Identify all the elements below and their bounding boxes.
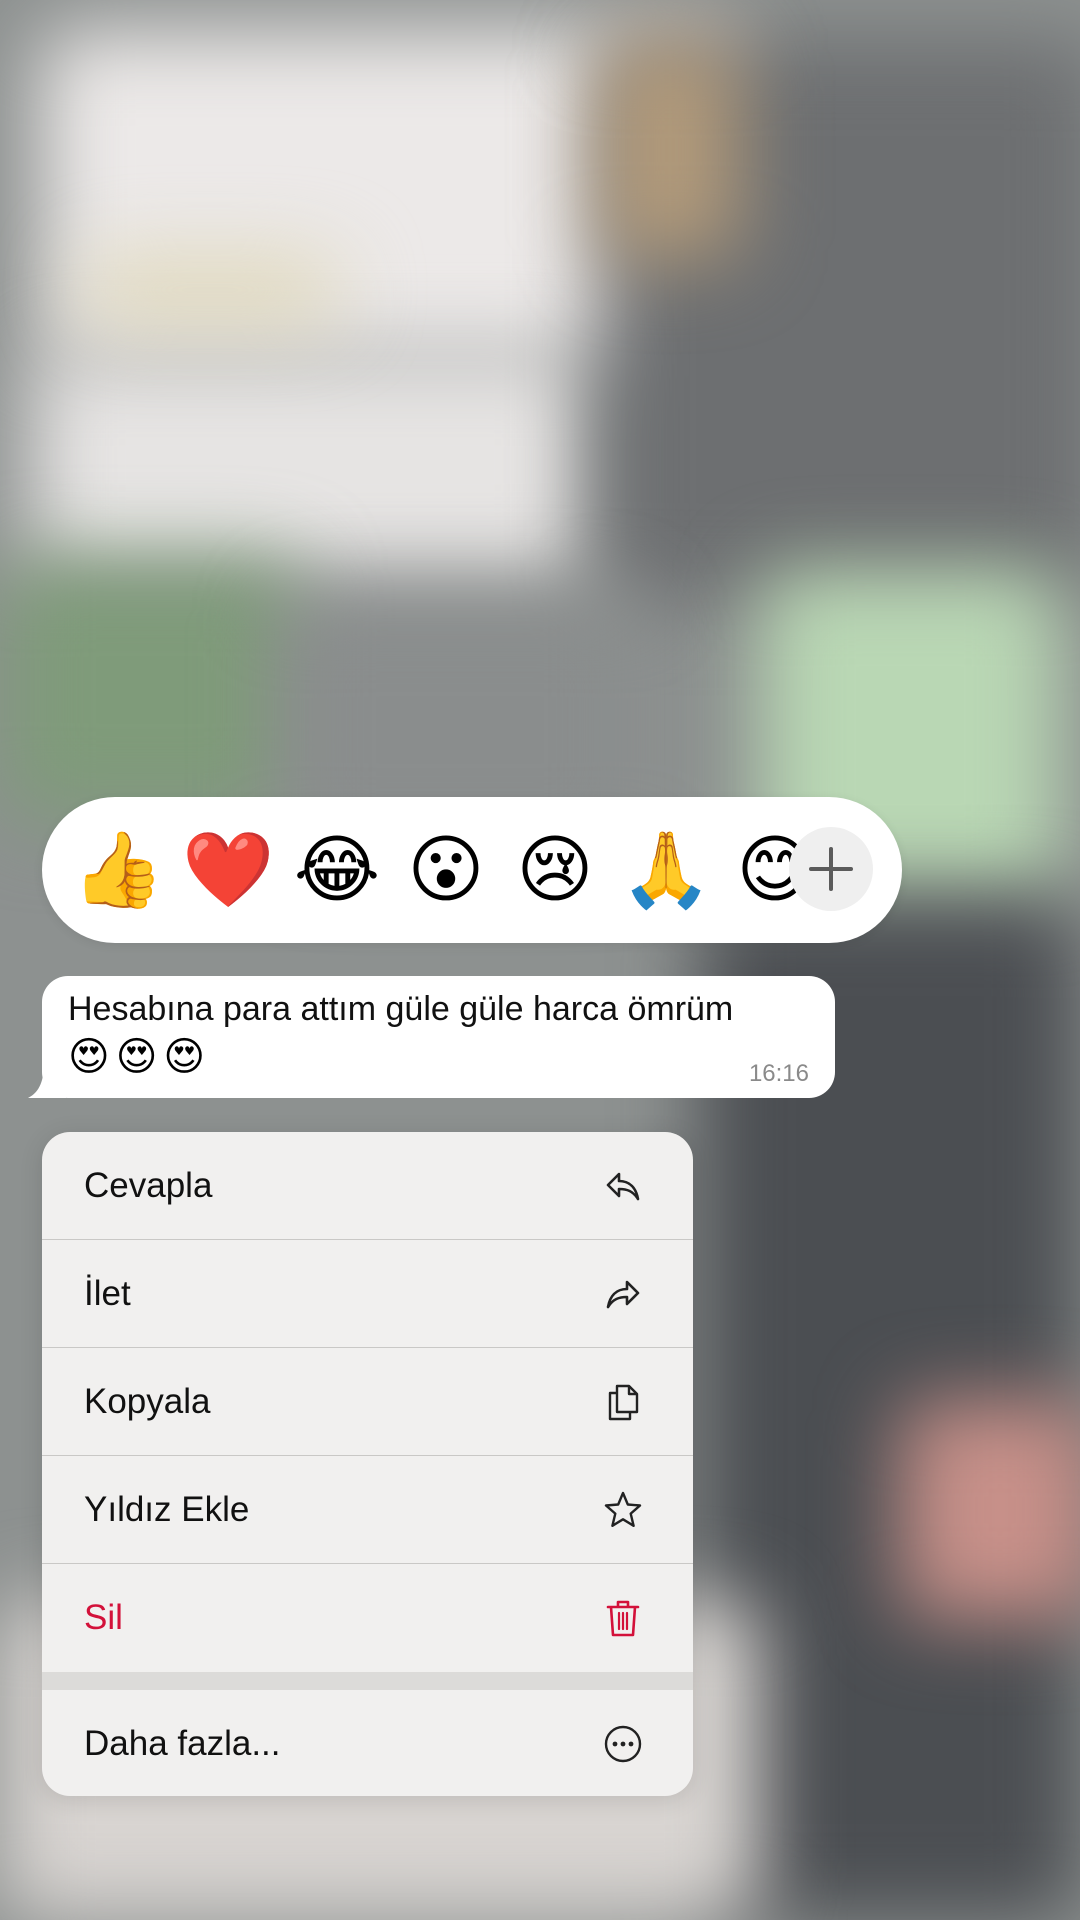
reply-icon (606, 1172, 640, 1201)
menu-item-label: Daha fazla... (84, 1724, 281, 1763)
menu-item-label: Yıldız Ekle (84, 1490, 250, 1529)
reaction-thumbs-up[interactable]: 👍 (72, 825, 164, 915)
menu-item-label: Sil (84, 1598, 123, 1637)
reaction-laughing[interactable]: 😂 (292, 825, 382, 915)
reaction-crying[interactable]: 😢 (510, 825, 600, 915)
reaction-bar: 👍 ❤️ 😂 😮 😢 🙏 😊 (42, 797, 902, 943)
menu-item-delete[interactable]: Sil (42, 1564, 693, 1672)
reaction-pray[interactable]: 🙏 (620, 825, 712, 915)
context-menu: Cevapla İlet Kopyala Yıldız Ekle Sil Dah… (42, 1132, 693, 1796)
plus-icon[interactable] (789, 827, 873, 911)
message-text: Hesabına para attım güle güle harca ömrü… (68, 990, 734, 1028)
menu-item-reply[interactable]: Cevapla (42, 1132, 693, 1240)
message-time: 16:16 (748, 1060, 809, 1087)
trash-icon (606, 1600, 640, 1637)
more-icon (604, 1725, 642, 1763)
menu-item-copy[interactable]: Kopyala (42, 1348, 693, 1456)
message-emojis: 😍😍😍 (68, 1034, 212, 1080)
reaction-surprised[interactable]: 😮 (401, 825, 491, 915)
menu-item-label: Kopyala (84, 1382, 211, 1421)
menu-group-divider (42, 1672, 693, 1690)
star-icon (604, 1491, 642, 1527)
menu-item-forward[interactable]: İlet (42, 1240, 693, 1348)
forward-icon (606, 1280, 640, 1309)
menu-item-star[interactable]: Yıldız Ekle (42, 1456, 693, 1564)
menu-item-more[interactable]: Daha fazla... (42, 1690, 693, 1796)
message-bubble[interactable]: Hesabına para attım güle güle harca ömrü… (42, 976, 835, 1098)
copy-icon (608, 1384, 639, 1421)
menu-item-label: Cevapla (84, 1166, 213, 1205)
menu-item-label: İlet (84, 1274, 131, 1313)
reaction-heart[interactable]: ❤️ (182, 825, 274, 915)
